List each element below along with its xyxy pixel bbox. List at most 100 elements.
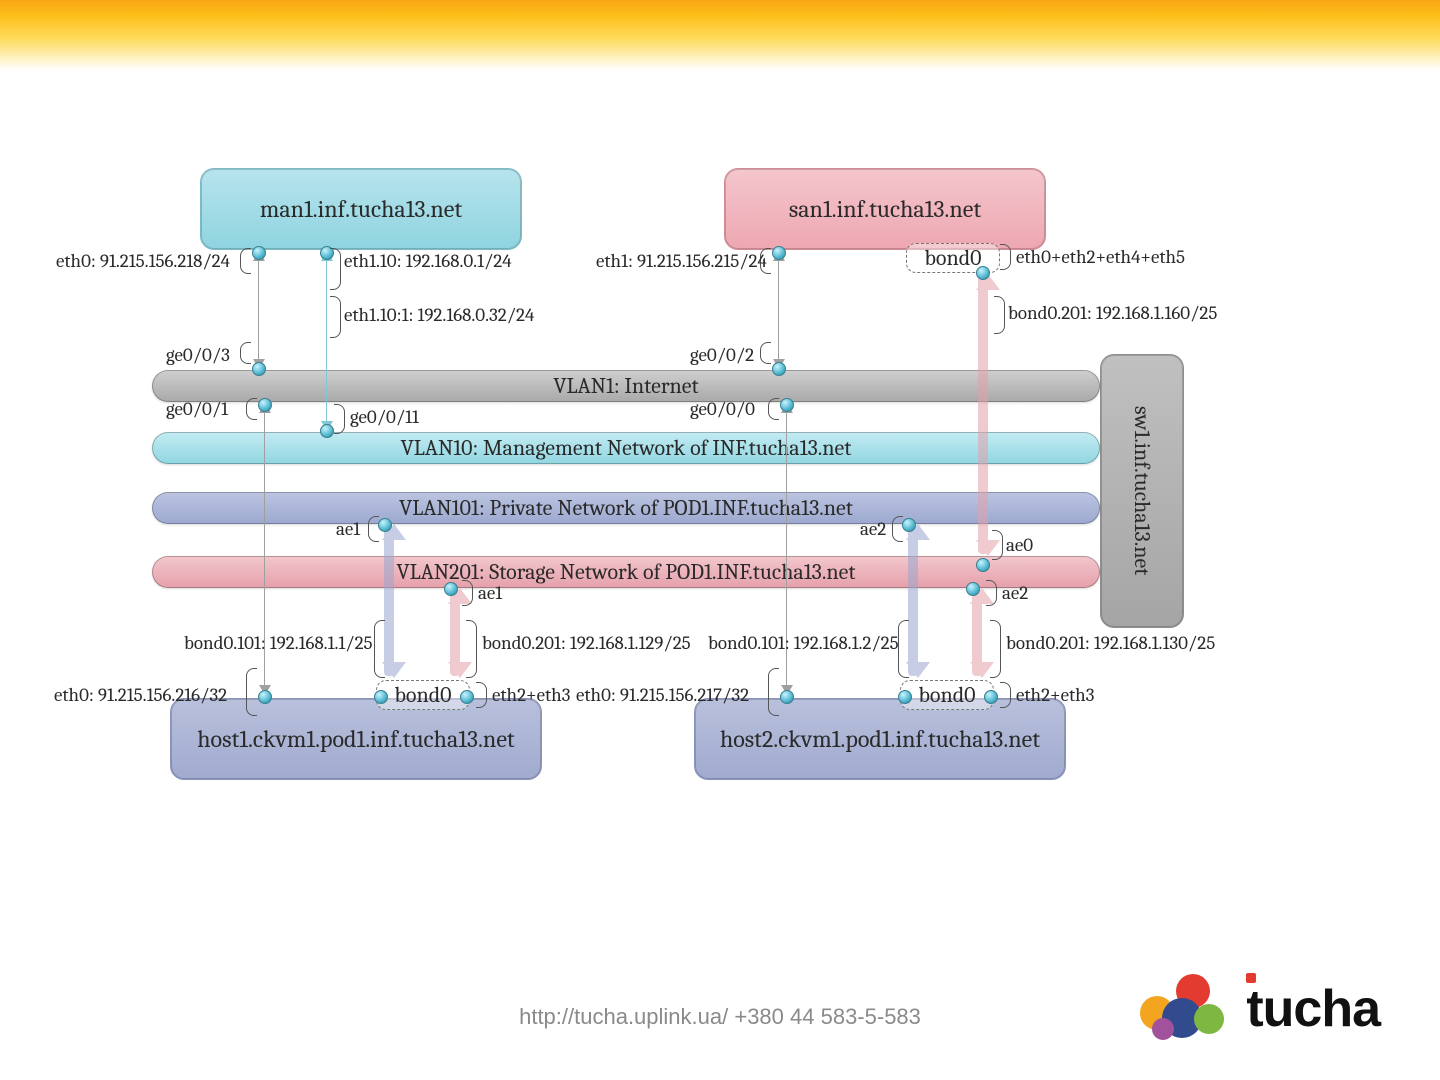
bond-box-host1: bond0: [376, 680, 470, 710]
lbl-host2-eth0: eth0: 91.215.156.217/32: [576, 684, 749, 706]
port-dot: [976, 558, 990, 572]
port-dot: [258, 690, 272, 704]
lbl-san1-bondmix: eth0+eth2+eth4+eth5: [1016, 246, 1185, 268]
lbl-ge003: ge0/0/3: [166, 344, 230, 366]
link-san1-bond0: [978, 276, 988, 554]
lbl-host1-b101: bond0.101: 192.168.1.1/25: [184, 632, 373, 654]
lbl-man1-eth1-10-1: eth1.10:1: 192.168.0.32/24: [344, 304, 534, 326]
link-san1-eth1: [778, 252, 779, 368]
brace-icon: [330, 296, 341, 338]
brace-icon: [1000, 244, 1011, 270]
port-dot: [772, 246, 786, 260]
brace-icon: [240, 342, 251, 364]
lbl-host2-b101: bond0.101: 192.168.1.2/25: [708, 632, 899, 654]
bar-vlan10: VLAN10: Management Network of INF.tucha1…: [152, 432, 1100, 464]
bar-vlan201: VLAN201: Storage Network of POD1.INF.tuc…: [152, 556, 1100, 588]
port-dot: [444, 582, 458, 596]
port-dot: [320, 424, 334, 438]
bar-vlan1: VLAN1: Internet: [152, 370, 1100, 402]
port-dot: [984, 690, 998, 704]
lbl-ge002: ge0/0/2: [690, 344, 754, 366]
brand-mark-icon: [1140, 974, 1232, 1044]
brace-icon: [994, 296, 1005, 334]
port-dot: [898, 690, 912, 704]
brace-icon: [768, 398, 779, 420]
brand-logo: tucha: [1140, 974, 1380, 1044]
port-dot: [902, 518, 916, 532]
brace-icon: [462, 580, 473, 606]
port-dot: [374, 690, 388, 704]
lbl-ge0011: ge0/0/11: [350, 406, 419, 428]
lbl-ae1-bot: ae1: [478, 582, 502, 604]
link-host1-b201: [450, 590, 460, 676]
bond-label: bond0: [918, 682, 975, 708]
brace-icon: [892, 516, 903, 542]
brace-icon: [466, 620, 477, 678]
node-host1: host1.ckvm1.pod1.inf.tucha13.net: [170, 698, 542, 780]
link-host2-b101: [908, 526, 918, 676]
footer-label: http://tucha.uplink.ua/ +380 44 583-5-58…: [519, 1004, 921, 1029]
bar-label: VLAN101: Private Network of POD1.INF.tuc…: [399, 495, 853, 521]
bar-label: VLAN1: Internet: [553, 373, 698, 399]
brace-icon: [476, 682, 487, 708]
node-san1: san1.inf.tucha13.net: [724, 168, 1046, 250]
bond-label: bond0: [394, 682, 451, 708]
brace-icon: [768, 668, 779, 716]
brace-icon: [368, 516, 379, 542]
brace-icon: [246, 398, 257, 420]
port-dot: [976, 266, 990, 280]
brace-icon: [992, 530, 1003, 560]
port-dot: [780, 398, 794, 412]
bar-vlan101: VLAN101: Private Network of POD1.INF.tuc…: [152, 492, 1100, 524]
brace-icon: [374, 620, 385, 678]
lbl-ae2-bot: ae2: [1002, 582, 1028, 604]
port-dot: [378, 518, 392, 532]
brace-icon: [760, 342, 771, 364]
lbl-ae2-top: ae2: [860, 518, 886, 540]
node-man1: man1.inf.tucha13.net: [200, 168, 522, 250]
node-sw1: sw1.inf.tucha13.net: [1100, 354, 1184, 628]
node-label: sw1.inf.tucha13.net: [1129, 406, 1155, 575]
lbl-ae1-top: ae1: [336, 518, 360, 540]
brace-icon: [240, 248, 251, 274]
lbl-man1-eth0: eth0: 91.215.156.218/24: [56, 250, 230, 272]
lbl-ge000: ge0/0/0: [690, 398, 755, 420]
brace-icon: [986, 580, 997, 606]
diagram-canvas: man1.inf.tucha13.net san1.inf.tucha13.ne…: [0, 0, 1440, 1080]
link-man1-eth1: [326, 252, 327, 430]
brand-word: tucha: [1246, 980, 1380, 1038]
node-host2: host2.ckvm1.pod1.inf.tucha13.net: [694, 698, 1066, 780]
brace-icon: [330, 248, 341, 290]
port-dot: [772, 362, 786, 376]
lbl-man1-eth1-10: eth1.10: 192.168.0.1/24: [344, 250, 512, 272]
lbl-ge001: ge0/0/1: [166, 398, 228, 420]
brace-icon: [898, 620, 909, 678]
brand-dot-icon: [1246, 973, 1256, 983]
link-man1-eth0: [258, 252, 259, 368]
node-label: man1.inf.tucha13.net: [260, 195, 462, 223]
node-label: san1.inf.tucha13.net: [789, 195, 981, 223]
node-label: host2.ckvm1.pod1.inf.tucha13.net: [720, 725, 1040, 753]
port-dot: [780, 690, 794, 704]
port-dot: [252, 362, 266, 376]
bar-label: VLAN10: Management Network of INF.tucha1…: [401, 435, 852, 461]
brace-icon: [1000, 682, 1011, 708]
lbl-host1-eth0: eth0: 91.215.156.216/32: [54, 684, 227, 706]
bond-box-host2: bond0: [900, 680, 994, 710]
lbl-host1-b201: bond0.201: 192.168.1.129/25: [482, 632, 691, 654]
brace-icon: [334, 404, 345, 434]
link-host2-b201: [972, 590, 982, 676]
lbl-host2-bondmix: eth2+eth3: [1016, 684, 1094, 706]
lbl-san1-eth1: eth1: 91.215.156.215/24: [596, 250, 767, 272]
lbl-host2-b201: bond0.201: 192.168.1.130/25: [1006, 632, 1215, 654]
link-host1-b101: [384, 526, 394, 676]
lbl-host1-bondmix: eth2+eth3: [492, 684, 570, 706]
port-dot: [460, 690, 474, 704]
lbl-san1-bond201: bond0.201: 192.168.1.160/25: [1008, 302, 1217, 324]
port-dot: [966, 582, 980, 596]
brace-icon: [990, 620, 1001, 678]
port-dot: [252, 246, 266, 260]
node-label: host1.ckvm1.pod1.inf.tucha13.net: [197, 725, 514, 753]
port-dot: [258, 398, 272, 412]
lbl-ae0: ae0: [1006, 534, 1033, 556]
